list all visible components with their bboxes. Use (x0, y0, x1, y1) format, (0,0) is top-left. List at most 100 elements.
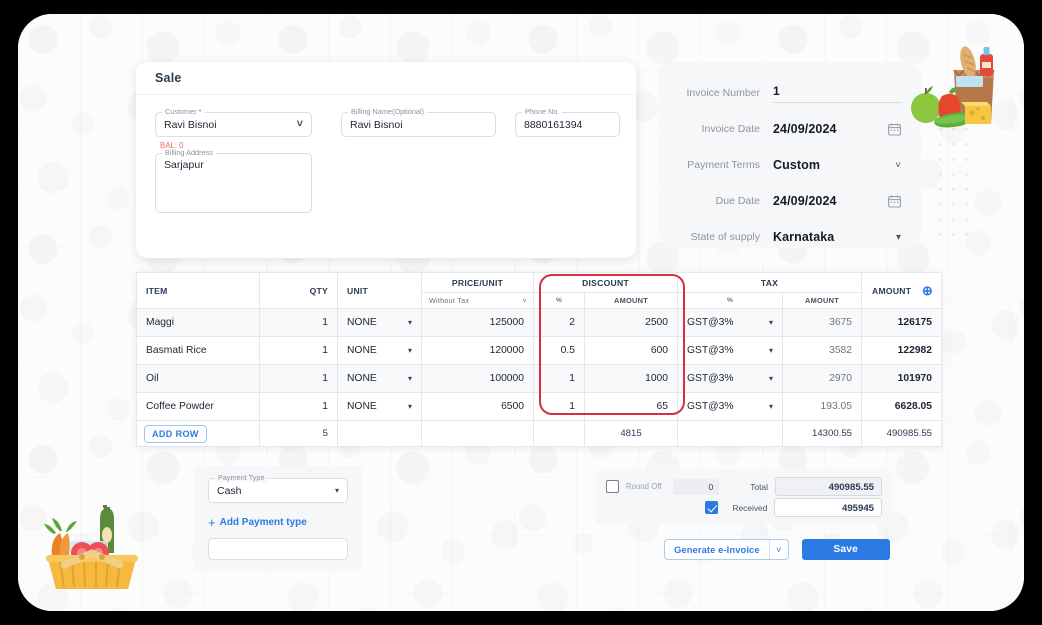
cell-price-unit[interactable]: 120000 (421, 336, 534, 365)
cell-item[interactable]: Coffee Powder (136, 392, 260, 421)
header-amount-label: AMOUNT (872, 285, 912, 296)
add-row-button[interactable]: ADD ROW (144, 424, 207, 443)
chevron-down-icon: ˅ (522, 295, 527, 305)
cell-discount-pct[interactable]: 1 (533, 364, 585, 393)
billing-name-field[interactable]: Billing Name(Optional) Ravi Bisnoi (341, 107, 496, 137)
cell-qty[interactable]: 1 (259, 336, 338, 365)
cell-discount-pct[interactable]: 2 (533, 308, 585, 337)
cell-unit[interactable]: NONE ▾ (337, 336, 422, 365)
add-column-icon[interactable]: ⊕ (922, 284, 933, 297)
cell-price-unit[interactable]: 6500 (421, 392, 534, 421)
cell-tax-pct[interactable]: GST@3% ▾ (677, 308, 784, 337)
round-off-row: Round Off 0 Total 490985.55 (606, 476, 882, 497)
cell-amount: 6628.05 (861, 392, 943, 421)
caret-down-icon: ▾ (769, 373, 774, 383)
state-of-supply-value[interactable]: Karnataka (773, 230, 896, 244)
footer-tax-pct-blank (677, 420, 784, 447)
sale-card-header: Sale (136, 62, 636, 95)
invoice-number-input[interactable]: 1 (773, 84, 901, 103)
caret-down-icon[interactable]: ▾ (896, 232, 901, 243)
invoice-details-panel: Invoice Number 1 Invoice Date 24/09/2024… (659, 62, 921, 248)
cell-discount-amount[interactable]: 600 (583, 336, 679, 365)
billing-address-label: Billing Address (162, 148, 216, 157)
screenshot-root: Sale Customer * Ravi Bisnoi ˅ BAL: 0 Bil… (0, 0, 1042, 625)
cell-tax-pct[interactable]: GST@3% ▾ (677, 392, 784, 421)
payment-extra-input[interactable] (208, 538, 348, 560)
cell-price-unit[interactable]: 100000 (421, 364, 534, 393)
generate-einvoice-group[interactable]: Generate e-Invoice ˅ (664, 539, 789, 560)
table-row[interactable]: Coffee Powder 1 NONE ▾ 6500 1 65 GST@3% ▾ … (136, 392, 943, 421)
billing-address-field[interactable]: Billing Address Sarjapur (155, 148, 312, 213)
payment-type-field[interactable]: Payment Type Cash ▾ (208, 473, 348, 503)
cell-qty[interactable]: 1 (259, 308, 338, 337)
cell-unit-value: NONE (347, 345, 377, 356)
received-input[interactable]: 495945 (774, 498, 882, 517)
caret-down-icon: ▾ (407, 373, 412, 383)
received-checkbox[interactable] (705, 501, 719, 514)
header-price-unit-title: PRICE/UNIT (451, 278, 504, 288)
chevron-down-icon[interactable]: ˅ (768, 540, 788, 559)
header-discount-amount: AMOUNT (583, 292, 679, 309)
header-qty[interactable]: QTY (259, 272, 338, 309)
customer-field[interactable]: Customer * Ravi Bisnoi ˅ (155, 107, 312, 137)
cell-unit[interactable]: NONE ▾ (337, 308, 422, 337)
caret-down-icon: ▾ (334, 485, 339, 495)
cell-item[interactable]: Maggi (136, 308, 260, 337)
cell-unit[interactable]: NONE ▾ (337, 364, 422, 393)
add-payment-type-label: Add Payment type (219, 517, 307, 528)
cell-qty[interactable]: 1 (259, 364, 338, 393)
calendar-icon[interactable] (888, 122, 901, 136)
cell-tax-amount: 3675 (782, 308, 863, 337)
cell-discount-amount[interactable]: 1000 (583, 364, 679, 393)
table-row[interactable]: Oil 1 NONE ▾ 100000 1 1000 GST@3% ▾ 2970 1… (136, 364, 943, 393)
cell-tax-pct-value: GST@3% (687, 401, 734, 412)
cell-item[interactable]: Basmati Rice (136, 336, 260, 365)
header-unit[interactable]: UNIT (337, 272, 422, 309)
footer-price-blank (421, 420, 534, 447)
customer-value: Ravi Bisnoi (164, 118, 217, 131)
header-price-unit[interactable]: PRICE/UNIT Without Tax ˅ (421, 272, 534, 309)
due-date-value[interactable]: 24/09/2024 (773, 194, 888, 208)
cell-discount-amount[interactable]: 2500 (583, 308, 679, 337)
price-unit-tax-mode-select[interactable]: Without Tax ˅ (422, 292, 533, 307)
chevron-down-icon[interactable]: ˅ (895, 160, 901, 171)
round-off-label: Round Off (626, 482, 662, 491)
cell-discount-pct[interactable]: 1 (533, 392, 585, 421)
table-row[interactable]: Basmati Rice 1 NONE ▾ 120000 0.5 600 GST@… (136, 336, 943, 365)
header-item[interactable]: ITEM (136, 272, 260, 309)
invoice-date-value[interactable]: 24/09/2024 (773, 122, 888, 136)
cell-tax-pct[interactable]: GST@3% ▾ (677, 336, 784, 365)
generate-einvoice-button[interactable]: Generate e-Invoice (665, 540, 769, 559)
round-off-input[interactable]: 0 (673, 478, 720, 495)
billing-name-value: Ravi Bisnoi (350, 118, 403, 131)
round-off-checkbox[interactable] (606, 480, 619, 493)
footer-tax-total: 14300.55 (782, 420, 863, 447)
billing-address-textarea[interactable]: Sarjapur (155, 153, 312, 213)
cell-tax-amount: 3582 (782, 336, 863, 365)
calendar-icon[interactable] (888, 194, 901, 208)
add-payment-type-button[interactable]: + Add Payment type (208, 516, 348, 529)
table-body: Maggi 1 NONE ▾ 125000 2 2500 GST@3% ▾ 3675… (136, 308, 943, 421)
cell-discount-amount[interactable]: 65 (583, 392, 679, 421)
footer-discount-total: 4815 (583, 420, 679, 447)
invoice-number-label: Invoice Number (686, 87, 760, 99)
phone-field[interactable]: Phone No. 8880161394 (515, 107, 620, 137)
table-footer: ADD ROW 5 4815 14300.55 490985.55 (136, 420, 943, 447)
cell-discount-pct[interactable]: 0.5 (533, 336, 585, 365)
save-button[interactable]: Save (801, 539, 890, 560)
cell-tax-pct[interactable]: GST@3% ▾ (677, 364, 784, 393)
table-row[interactable]: Maggi 1 NONE ▾ 125000 2 2500 GST@3% ▾ 3675… (136, 308, 943, 337)
total-label: Total (750, 481, 768, 492)
cell-item[interactable]: Oil (136, 364, 260, 393)
received-row: Received 495945 (606, 497, 882, 518)
invoice-date-row: Invoice Date 24/09/2024 (673, 111, 901, 147)
footer-discount-pct-blank (533, 420, 585, 447)
payment-type-label: Payment Type (215, 473, 268, 482)
footer-amount-total: 490985.55 (861, 420, 943, 447)
received-checkbox-wrap (673, 501, 719, 514)
cell-unit[interactable]: NONE ▾ (337, 392, 422, 421)
payment-terms-value[interactable]: Custom (773, 158, 895, 172)
cell-qty[interactable]: 1 (259, 392, 338, 421)
cell-tax-pct-value: GST@3% (687, 345, 734, 356)
cell-price-unit[interactable]: 125000 (421, 308, 534, 337)
